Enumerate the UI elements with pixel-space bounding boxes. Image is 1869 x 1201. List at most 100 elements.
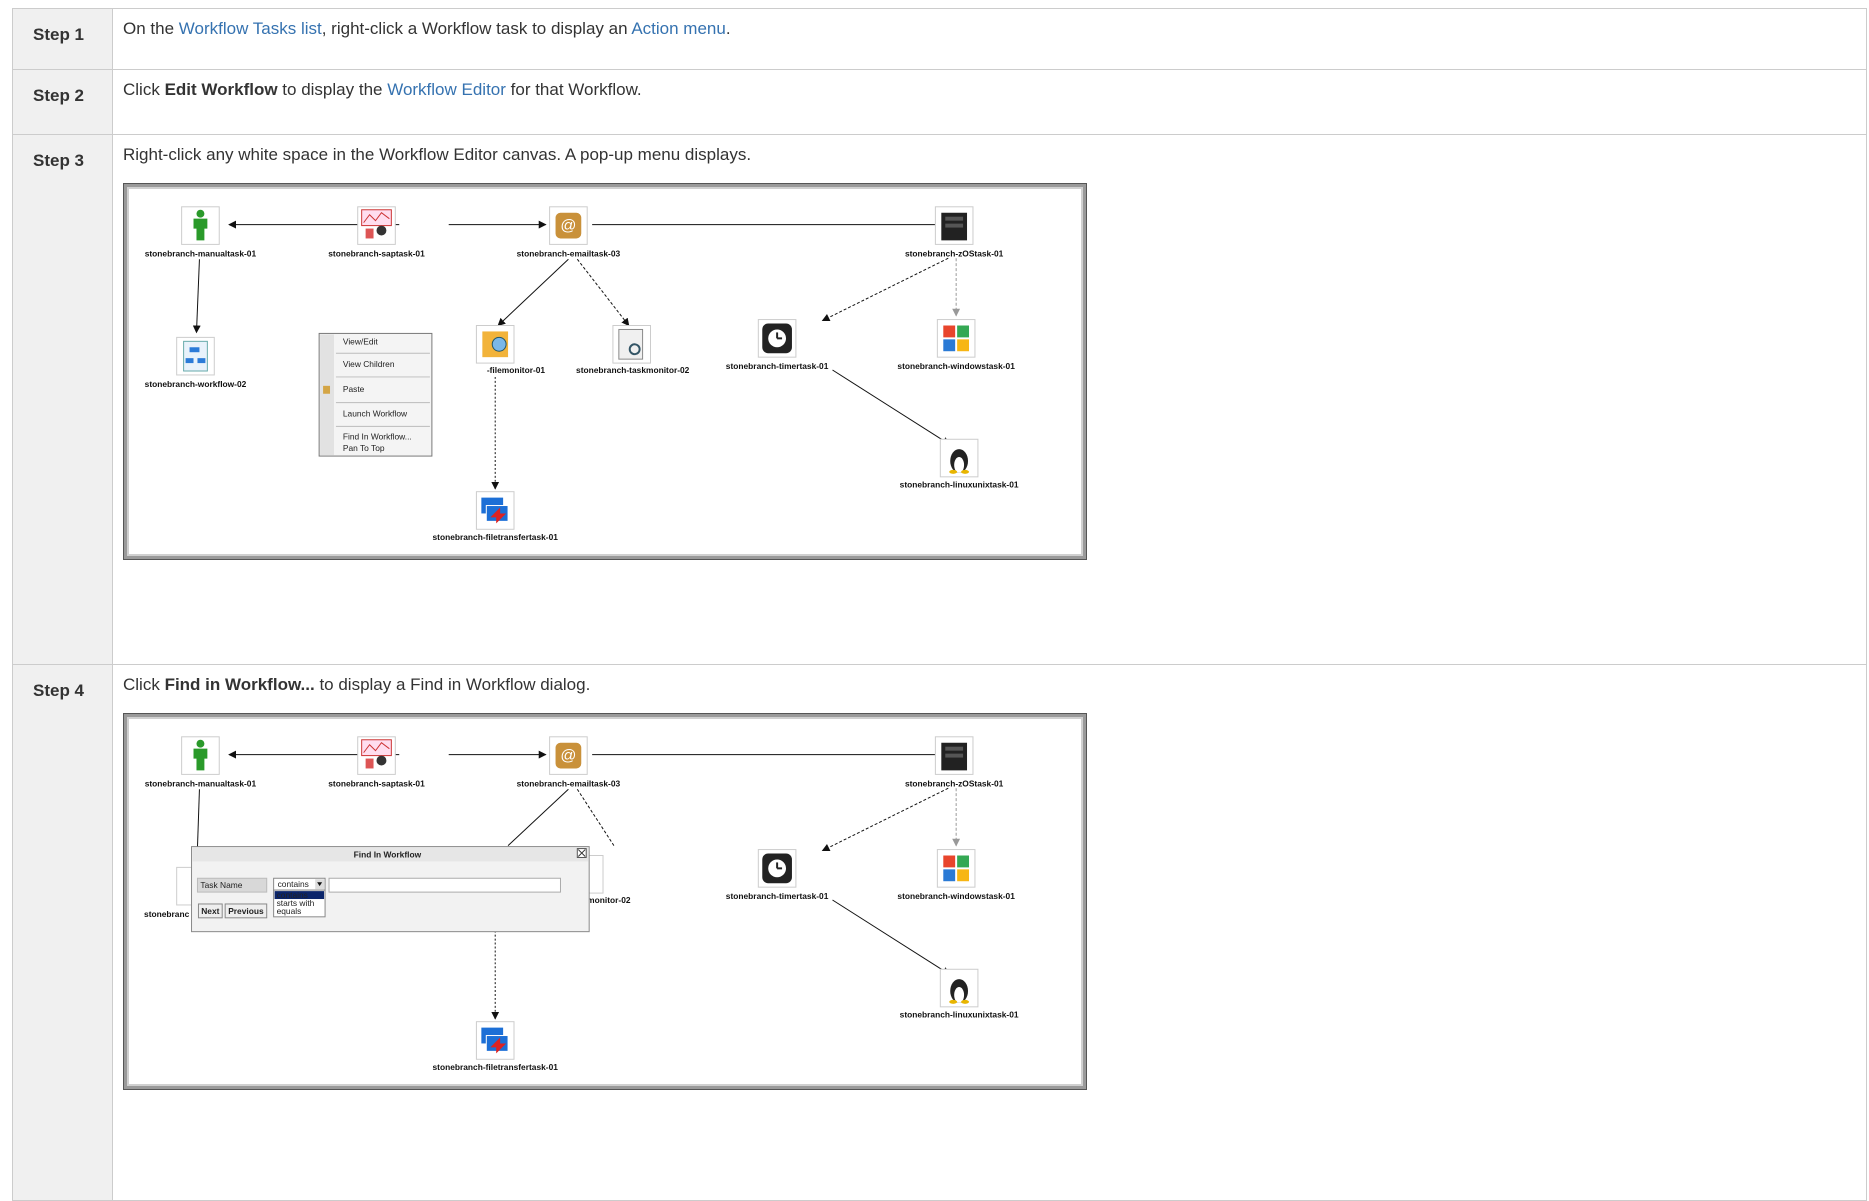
node-windowstask[interactable]: stonebranch-windowstask-01	[897, 849, 1015, 901]
match-type-options: contains starts with equals	[273, 889, 326, 918]
action-menu-link[interactable]: Action menu	[631, 19, 726, 38]
menu-item-label: Paste	[343, 384, 365, 394]
workflow-canvas: stonebranch-manualtask-01 stonebranch-sa…	[127, 717, 1083, 1086]
node-label: stonebranch-workflow-02	[145, 379, 247, 389]
node-saptask[interactable]: stonebranch-saptask-01	[328, 206, 425, 258]
node-filetransfertask[interactable]: stonebranch-filetransfertask-01	[432, 491, 558, 542]
next-button[interactable]: Next	[197, 903, 223, 919]
node-label: stonebranch-emailtask-03	[517, 778, 621, 788]
node-label: stonebranch-zOStask-01	[905, 248, 1004, 258]
node-saptask[interactable]: stonebranch-saptask-01	[328, 736, 425, 788]
node-manualtask[interactable]: stonebranch-manualtask-01	[145, 206, 257, 258]
node-emailtask[interactable]: @ stonebranch-emailtask-03	[517, 206, 621, 258]
node-label: stonebranch-timertask-01	[726, 361, 829, 371]
timer-icon	[762, 853, 792, 884]
node-taskmonitor-partial[interactable]: monitor-02	[586, 855, 631, 905]
node-taskmonitor[interactable]: stonebranch-taskmonitor-02	[576, 325, 690, 375]
zos-server-icon	[941, 212, 968, 241]
menu-item-label: View Children	[343, 359, 395, 369]
email-task-icon: @	[555, 212, 582, 239]
node-label: stonebranch-emailtask-03	[517, 248, 621, 258]
step-text: for that Workflow.	[505, 80, 642, 99]
node-linuxtask[interactable]: stonebranch-linuxunixtask-01	[900, 968, 1019, 1020]
node-linuxtask[interactable]: stonebranch-linuxunixtask-01	[900, 438, 1019, 490]
workflow-editor-link[interactable]: Workflow Editor	[387, 80, 506, 99]
find-in-workflow-dialog: Find In Workflow Task Name contains cont…	[191, 846, 590, 933]
step-text: Click	[123, 675, 165, 694]
node-label: stonebranch-filetransfertask-01	[432, 532, 558, 542]
node-label: stonebranch-windowstask-01	[897, 361, 1015, 371]
node-label: -filemonitor-01	[487, 365, 546, 375]
node-label: stonebranch-zOStask-01	[905, 778, 1004, 788]
menu-item-label: Find In Workflow...	[343, 431, 412, 441]
step-2-content: Click Edit Workflow to display the Workf…	[112, 69, 1867, 135]
zos-server-icon	[941, 742, 968, 771]
task-name-label: Task Name	[200, 880, 242, 890]
step-4-content: Click Find in Workflow... to display a F…	[112, 664, 1867, 1201]
node-label: stonebranch-windowstask-01	[897, 891, 1015, 901]
node-label: monitor-02	[587, 895, 631, 905]
svg-text:@: @	[560, 218, 576, 235]
menu-item-find-in-workflow[interactable]: Find In Workflow...	[343, 431, 412, 441]
workflow-canvas: stonebranch-manualtask-01 stonebranch-sa…	[127, 187, 1083, 556]
workflow-icon	[183, 340, 208, 372]
step-label: Step 1	[12, 8, 113, 70]
search-input[interactable]	[328, 877, 561, 893]
node-workflow-partial[interactable]: stonebranc	[144, 866, 197, 919]
node-timertask[interactable]: stonebranch-timertask-01	[726, 849, 829, 901]
timer-icon	[762, 323, 792, 354]
node-label: stonebranch-linuxunixtask-01	[900, 1010, 1019, 1020]
node-label: stonebranc	[144, 909, 190, 919]
node-emailtask[interactable]: @ stonebranch-emailtask-03	[517, 736, 621, 788]
selected-option: contains	[278, 879, 309, 889]
workflow-edges	[192, 220, 961, 490]
node-label: stonebranch-saptask-01	[328, 778, 425, 788]
node-label: stonebranch-manualtask-01	[145, 248, 257, 258]
menu-item-launch-workflow[interactable]: Launch Workflow	[343, 409, 408, 419]
menu-item-label: View/Edit	[343, 336, 378, 346]
node-filemonitor[interactable]: -filemonitor-01	[475, 325, 546, 375]
file-monitor-icon	[482, 331, 509, 358]
step-label: Step 4	[12, 664, 113, 1201]
node-label: stonebranch-saptask-01	[328, 248, 425, 258]
previous-button-label: Previous	[228, 906, 264, 916]
paste-icon	[323, 385, 331, 394]
workflow-tasks-list-link[interactable]: Workflow Tasks list	[179, 19, 322, 38]
menu-item-label: Launch Workflow	[343, 409, 408, 419]
dialog-title: Find In Workflow	[354, 849, 422, 859]
steps-table: Step 1 On the Workflow Tasks list, right…	[12, 8, 1867, 1201]
node-filetransfertask[interactable]: stonebranch-filetransfertask-01	[432, 1021, 558, 1072]
node-label: stonebranch-manualtask-01	[145, 778, 257, 788]
option-equals[interactable]: equals	[277, 906, 302, 916]
previous-button[interactable]: Previous	[224, 903, 268, 919]
node-zostask[interactable]: stonebranch-zOStask-01	[905, 736, 1004, 788]
node-workflow[interactable]: stonebranch-workflow-02	[145, 336, 247, 389]
step-text: to display the	[277, 80, 388, 99]
find-dialog-screenshot: stonebranch-manualtask-01 stonebranch-sa…	[123, 713, 1087, 1090]
node-manualtask[interactable]: stonebranch-manualtask-01	[145, 736, 257, 788]
step-label: Step 2	[12, 69, 113, 135]
close-icon[interactable]	[576, 848, 587, 858]
next-button-label: Next	[201, 906, 219, 916]
task-monitor-icon	[618, 328, 644, 360]
menu-item-view-children[interactable]: View Children	[343, 359, 395, 369]
menu-item-view-edit[interactable]: View/Edit	[343, 336, 378, 346]
step-text: Click	[123, 80, 165, 99]
context-menu: View/Edit View Children Paste Launch Wor…	[318, 332, 433, 457]
step-text: to display a Find in Workflow dialog.	[314, 675, 591, 694]
step-text: Right-click any white space in the Workf…	[123, 145, 752, 164]
step-1-content: On the Workflow Tasks list, right-click …	[112, 8, 1867, 70]
email-task-icon: @	[555, 742, 582, 769]
node-label: stonebranch-linuxunixtask-01	[900, 480, 1019, 490]
menu-item-pan-to-top[interactable]: Pan To Top	[343, 443, 385, 453]
match-type-select[interactable]: contains	[273, 877, 326, 891]
step-bold-text: Edit Workflow	[164, 80, 278, 99]
step-label: Step 3	[12, 134, 113, 665]
node-timertask[interactable]: stonebranch-timertask-01	[726, 319, 829, 371]
step-text: On the	[123, 19, 179, 38]
node-windowstask[interactable]: stonebranch-windowstask-01	[897, 319, 1015, 371]
step-3-content: Right-click any white space in the Workf…	[112, 134, 1867, 665]
step-text: , right-click a Workflow task to display…	[321, 19, 632, 38]
workflow-editor-screenshot: stonebranch-manualtask-01 stonebranch-sa…	[123, 183, 1087, 560]
node-zostask[interactable]: stonebranch-zOStask-01	[905, 206, 1004, 258]
